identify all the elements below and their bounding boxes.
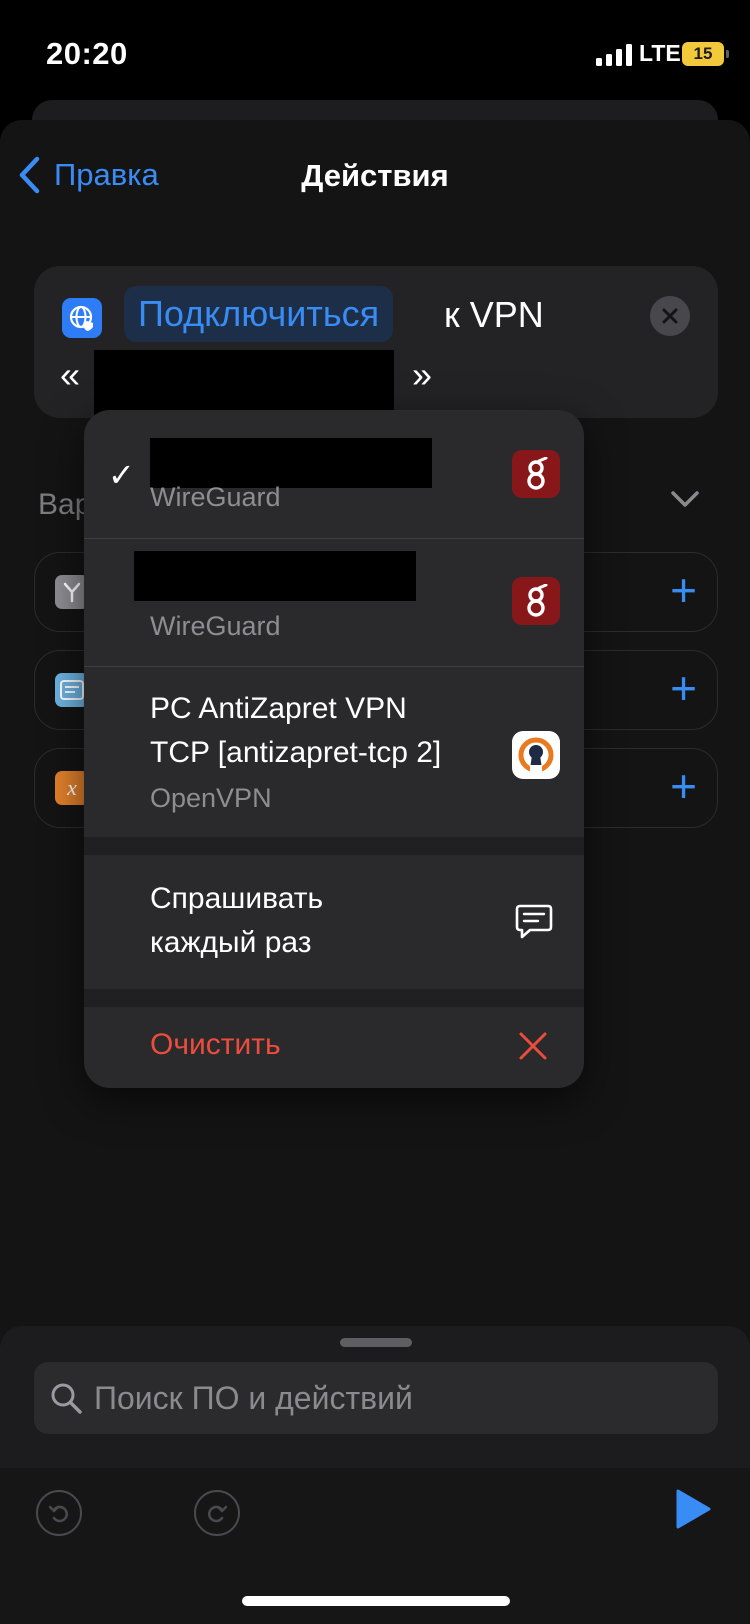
add-action-icon[interactable]: + (670, 763, 697, 809)
close-icon (518, 1031, 548, 1066)
clear-label: Очистить (150, 1028, 281, 1061)
vpn-type: OpenVPN (150, 783, 272, 813)
redo-button[interactable] (194, 1490, 240, 1536)
vpn-type: WireGuard (150, 611, 281, 641)
home-indicator (242, 1596, 510, 1606)
ask-line1: Спрашивать (150, 882, 324, 915)
battery-icon: 15 (682, 42, 729, 66)
clear-option[interactable]: Очистить (84, 1007, 584, 1088)
chevron-down-icon[interactable] (670, 490, 700, 513)
vpn-type: WireGuard (150, 482, 281, 512)
action-suffix: к VPN (444, 294, 544, 335)
speech-bubble-icon (514, 903, 554, 946)
vpn-title-line1: PC AntiZapret VPN (150, 692, 407, 725)
action-search-panel (0, 1326, 750, 1624)
redacted-vpn-title (134, 551, 416, 601)
quote-open: « (60, 354, 81, 395)
remove-action-button[interactable] (650, 296, 690, 336)
vpn-option-3[interactable]: PC AntiZapret VPN TCP [antizapret-tcp 2]… (84, 667, 584, 837)
vpn-title-line2: TCP [antizapret-tcp 2] (150, 736, 442, 769)
redo-icon (208, 1505, 228, 1523)
add-action-icon[interactable]: + (670, 567, 697, 613)
undo-button[interactable] (36, 1490, 82, 1536)
search-icon (51, 1383, 82, 1414)
quote-close: » (412, 354, 433, 395)
close-icon (662, 308, 678, 324)
page-title: Действия (301, 158, 449, 193)
cellular-signal-icon (596, 44, 632, 66)
network-type: LTE (639, 40, 681, 66)
status-bar: 20:20 LTE 15 (0, 0, 750, 100)
undo-icon (48, 1505, 68, 1523)
ask-line2: каждый раз (150, 926, 312, 959)
checkmark-icon: ✓ (108, 457, 135, 493)
vpn-option-2[interactable]: WireGuard (84, 539, 584, 665)
redacted-vpn-title (150, 438, 432, 488)
add-action-icon[interactable]: + (670, 665, 697, 711)
status-time: 20:20 (46, 36, 128, 71)
vpn-picker-menu: ✓ WireGuard WireGuard PC AntiZapret VPN … (84, 410, 584, 1088)
vpn-action-card: Подключиться к VPN « » (34, 266, 718, 428)
run-shortcut-button[interactable] (674, 1488, 712, 1535)
connect-action-token[interactable]: Подключиться (124, 286, 394, 342)
play-icon (676, 1489, 711, 1529)
globe-shield-icon (62, 298, 102, 338)
search-input[interactable] (94, 1362, 694, 1434)
ask-each-time-option[interactable]: Спрашивать каждый раз (84, 855, 584, 989)
sheet-grabber[interactable] (340, 1338, 412, 1347)
search-field[interactable] (34, 1362, 718, 1434)
wireguard-icon (512, 577, 560, 625)
openvpn-icon (512, 731, 560, 779)
wireguard-icon (512, 450, 560, 498)
vpn-option-1[interactable]: ✓ WireGuard (84, 410, 584, 538)
